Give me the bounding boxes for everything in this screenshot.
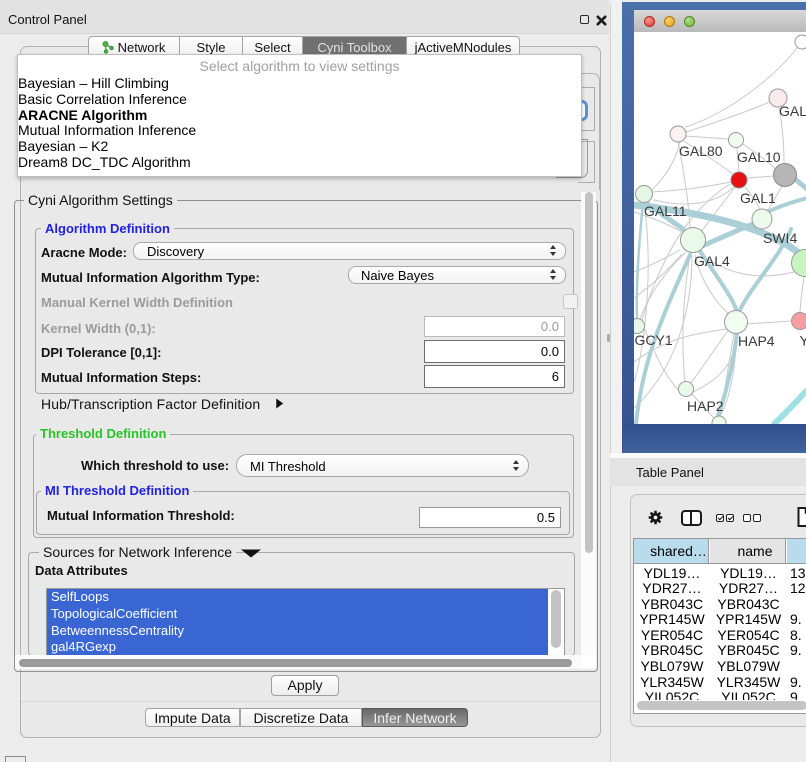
- svg-text:GAL4: GAL4: [694, 253, 730, 269]
- svg-text:HAP2: HAP2: [687, 398, 724, 414]
- svg-text:GAL1: GAL1: [740, 190, 776, 206]
- svg-text:SWI4: SWI4: [763, 230, 797, 246]
- svg-text:GAL80: GAL80: [679, 143, 723, 159]
- svg-text:GAL11: GAL11: [644, 203, 687, 219]
- svg-text:GAL: GAL: [779, 103, 806, 119]
- svg-text:GAL10: GAL10: [737, 149, 781, 165]
- svg-text:GCY1: GCY1: [635, 332, 673, 348]
- svg-text:HAP4: HAP4: [738, 333, 775, 349]
- svg-text:Y: Y: [800, 333, 806, 349]
